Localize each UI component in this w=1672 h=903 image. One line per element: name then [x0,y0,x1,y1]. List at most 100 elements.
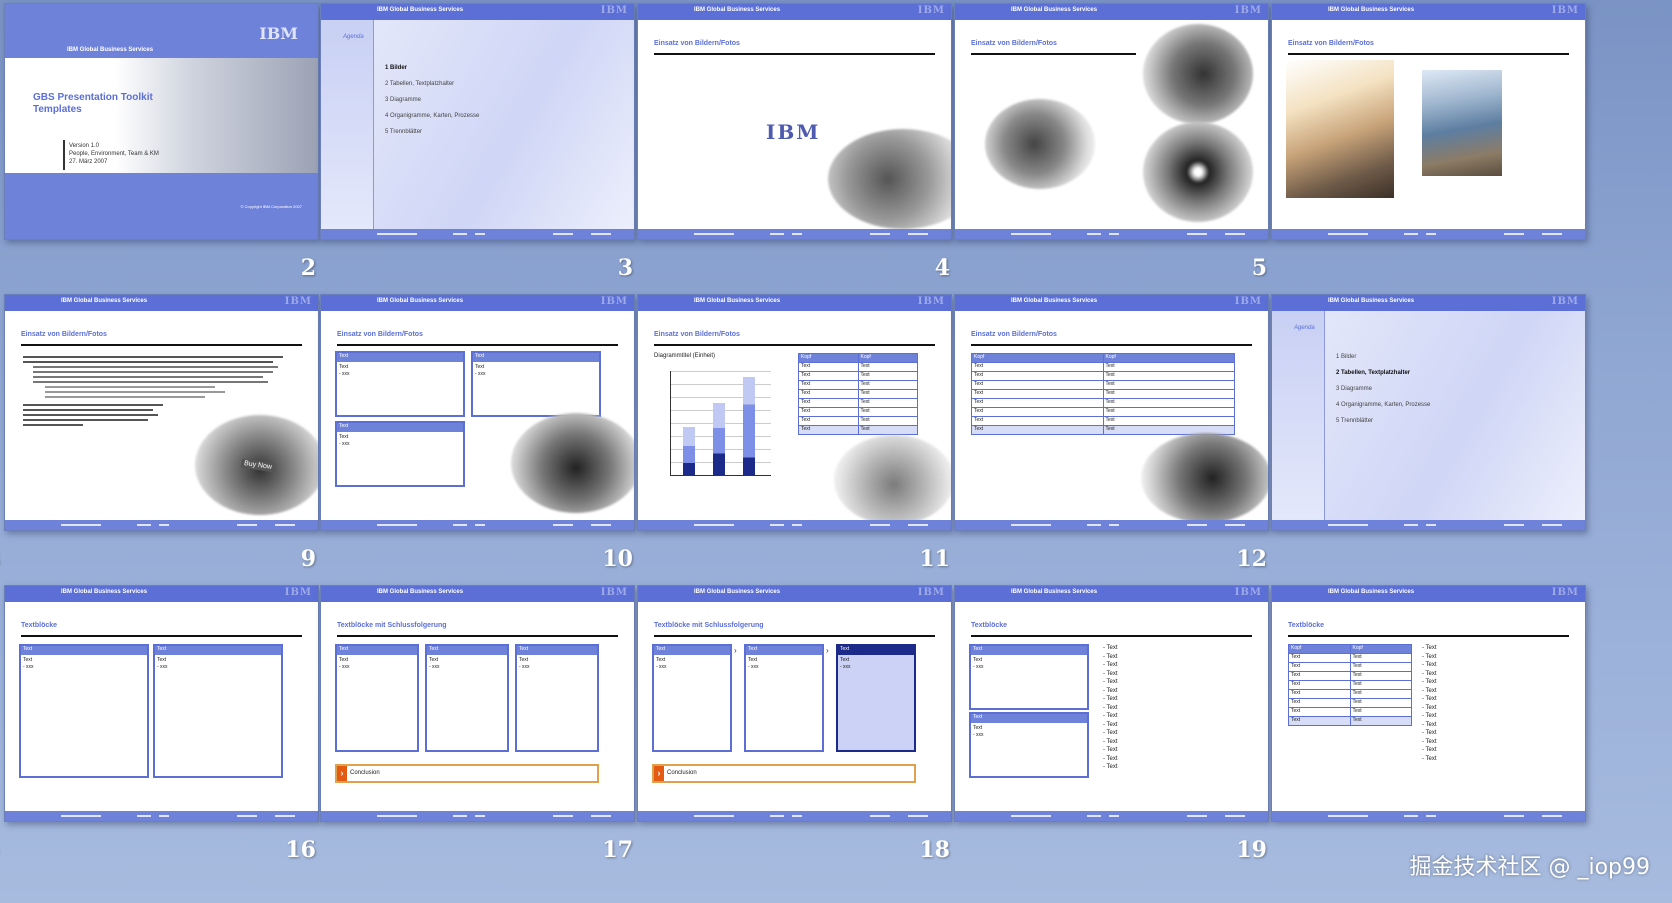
text-box: Text Text - xxx [969,712,1089,778]
bullet-list: - Text - Text - Text - Text - Text - Text - T… [1103,645,1118,770]
conclusion-bar: › Conclusion [652,764,916,783]
slide-footer [5,520,318,530]
slide-title: Textblöcke mit Schlussfolgerung [654,622,764,629]
chevron-right-icon: › [826,646,829,655]
puzzle-photo [1143,24,1253,124]
watermark: 掘金技术社区 @ _iop99 [1409,855,1650,880]
slide-footer [1272,811,1585,821]
slide-number: 16 [285,837,316,863]
climber-photo [1422,70,1502,176]
slide-header: IBM Global Business Services IBM [955,295,1268,311]
title-rule [971,635,1252,637]
title-rule [337,344,618,346]
agenda-item-5: 5 Trennblätter [1336,418,1374,424]
mini-table: Kopf Kopf Text Text Text Text Text Text Text… [1288,644,1412,726]
agenda-label: Agenda [1294,325,1315,331]
version: Version 1.0 [69,143,100,149]
slide-header: IBM Global Business Services IBM [321,586,634,602]
title-rule [337,635,618,637]
slide-header: IBM Global Business Services IBM [638,586,951,602]
bar [683,427,695,475]
slide-footer [1272,229,1585,239]
title-rule [971,53,1136,55]
agenda-item-1: 1 Bilder [385,65,408,71]
slide-title: Textblöcke mit Schlussfolgerung [337,622,447,629]
slide-footer [321,811,634,821]
copyright: © Copyright IBM Corporation 2007 [240,204,302,209]
divider [1324,311,1325,520]
slide-title: Einsatz von Bildern/Fotos [337,331,423,338]
divider [63,140,65,170]
slide-header: IBM Global Business Services IBM [955,586,1268,602]
title-rule [1288,53,1569,55]
puzzle-pieces-photo [511,413,634,513]
slide-header: IBM Global Business Services IBM [955,4,1268,20]
slide-title: Einsatz von Bildern/Fotos [654,331,740,338]
text-box: Text Text - xxx [335,351,465,417]
agenda-item-4: 4 Organigramme, Karten, Prozesse [385,113,480,119]
arrow-icon: › [654,766,664,781]
slide-header: IBM Global Business Services IBM [321,4,634,20]
agenda-side-art [321,20,373,229]
text-box: Text Text - xxx [515,644,599,752]
header-caption: IBM Global Business Services [67,47,154,53]
slide-title: Textblöcke [1288,622,1325,629]
agenda-item-4: 4 Organigramme, Karten, Prozesse [1336,402,1431,408]
bullet-list: - Text - Text - Text - Text - Text - Text - T… [1422,645,1437,762]
slide-footer [5,811,318,821]
slide-footer [955,520,1268,530]
slide-title: Einsatz von Bildern/Fotos [21,331,107,338]
slide-title: Einsatz von Bildern/Fotos [971,40,1057,47]
text-box: Text Text - xxx [471,351,601,417]
divider [373,20,374,229]
slide-header: IBM Global Business Services IBM [321,295,634,311]
slide-number: 9 [300,546,316,572]
slide-number: 19 [1236,837,1267,863]
slide-title: Textblöcke [21,622,58,629]
meta-block: Version 1.0 People, Environment, Team & … [69,142,159,166]
bar [713,403,725,475]
chevron-right-icon: › [734,646,737,655]
text-box: Text Text - xxx [969,644,1089,710]
ibm-logo: IBM [259,24,298,43]
paper-stack-photo [828,129,951,229]
slide-number: 3 [617,255,633,281]
slide-footer [1272,520,1585,530]
slide-footer [321,229,634,239]
slide-number: 18 [919,837,950,863]
agenda-item-5: 5 Trennblätter [385,129,423,135]
slide-footer [955,229,1268,239]
slide-header: IBM Global Business Services IBM [5,295,318,311]
title-rule [654,53,935,55]
slide-header: IBM Global Business Services IBM [1272,295,1585,311]
hands-photo [834,435,951,525]
pen-photo [985,99,1095,189]
slide-title: Einsatz von Bildern/Fotos [1288,40,1374,47]
agenda-item-3: 3 Diagramme [1336,386,1373,392]
title-rule [971,344,1252,346]
agenda-label: Agenda [343,34,364,40]
slide-number: 12 [1236,546,1267,572]
agenda-side-art [1272,311,1324,520]
text-box: Text Text - xxx [19,644,149,778]
text-box: Text Text - xxx [744,644,824,752]
slide-title: Einsatz von Bildern/Fotos [654,40,740,47]
mini-table: Kopf Kopf Text Text Text Text Text Text Text… [971,353,1235,435]
title-rule [654,344,935,346]
slide-number: 10 [602,546,633,572]
date: 27. März 2007 [69,159,108,165]
slide-number: 5 [1251,255,1267,281]
text-box: Text Text - xxx [335,421,465,487]
chart-caption: Diagrammtitel (Einheit) [654,353,716,359]
slide-footer [955,811,1268,821]
title-rule [654,635,935,637]
text-box-highlight: Text Text - xxx [836,644,916,752]
slide-title: Textblöcke [971,622,1008,629]
agenda-list: 1 Bilder 2 Tabellen, Textplatzhalter 3 D… [385,60,479,140]
building-photo [1286,60,1394,198]
ibm-logo-center: IBM [766,120,821,144]
text-box: Text Text - xxx [335,644,419,752]
slide-number: 2 [300,255,316,281]
slide-title: Einsatz von Bildern/Fotos [971,331,1057,338]
agenda-item-2: 2 Tabellen, Textplatzhalter [385,81,455,87]
